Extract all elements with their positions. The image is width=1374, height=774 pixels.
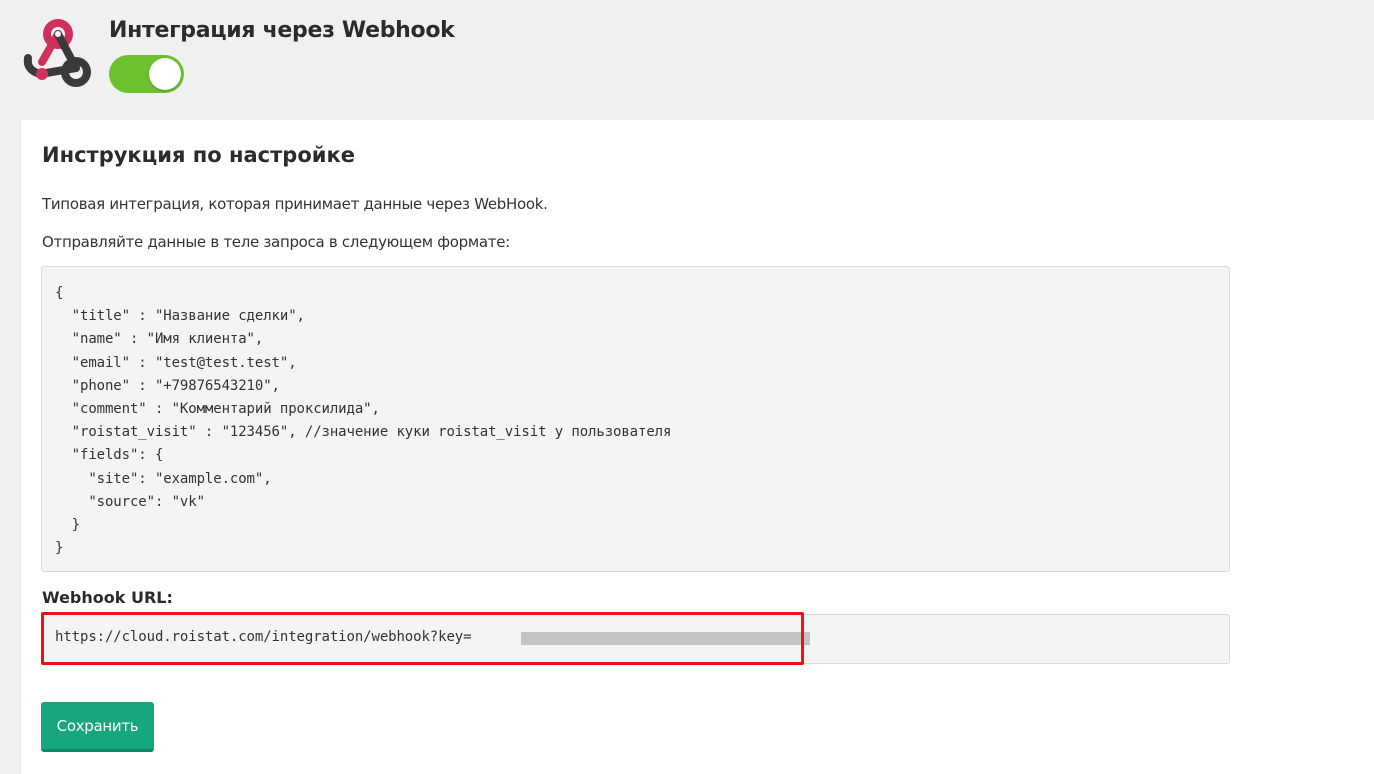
settings-panel: Инструкция по настройке Типовая интеграц… (20, 120, 1374, 774)
code-line: "phone" : "+79876543210", (55, 377, 280, 394)
code-line: "title" : "Название сделки", (55, 308, 305, 325)
save-button[interactable]: Сохранить (41, 702, 154, 752)
code-line: "roistat_visit" : "123456", //значение к… (55, 424, 672, 441)
code-line: "comment" : "Комментарий проксилида", (55, 401, 380, 418)
code-line: } (55, 517, 80, 534)
webhook-url-field[interactable]: https://cloud.roistat.com/integration/we… (41, 614, 1230, 664)
code-example-block: { "title" : "Название сделки", "name" : … (41, 266, 1230, 572)
description-text: Типовая интеграция, которая принимает да… (42, 195, 548, 213)
webhook-logo-icon (23, 19, 91, 87)
code-line: "name" : "Имя клиента", (55, 331, 264, 348)
webhook-url-value[interactable]: https://cloud.roistat.com/integration/we… (55, 629, 472, 645)
code-line: "site": "example.com", (55, 470, 272, 487)
page-header: Интеграция через Webhook (0, 0, 1374, 120)
code-line: } (55, 540, 64, 557)
redacted-key (521, 632, 810, 645)
code-line: { (55, 285, 64, 301)
code-line: "fields": { (55, 447, 164, 464)
page-title: Интеграция через Webhook (109, 18, 455, 43)
webhook-url-label: Webhook URL: (42, 588, 173, 607)
integration-toggle[interactable] (109, 55, 184, 93)
toggle-knob[interactable] (149, 58, 181, 90)
section-title: Инструкция по настройке (42, 143, 355, 167)
code-line: "source": "vk" (55, 493, 205, 510)
format-instruction-text: Отправляйте данные в теле запроса в след… (42, 233, 510, 251)
code-line: "email" : "test@test.test", (55, 354, 297, 371)
